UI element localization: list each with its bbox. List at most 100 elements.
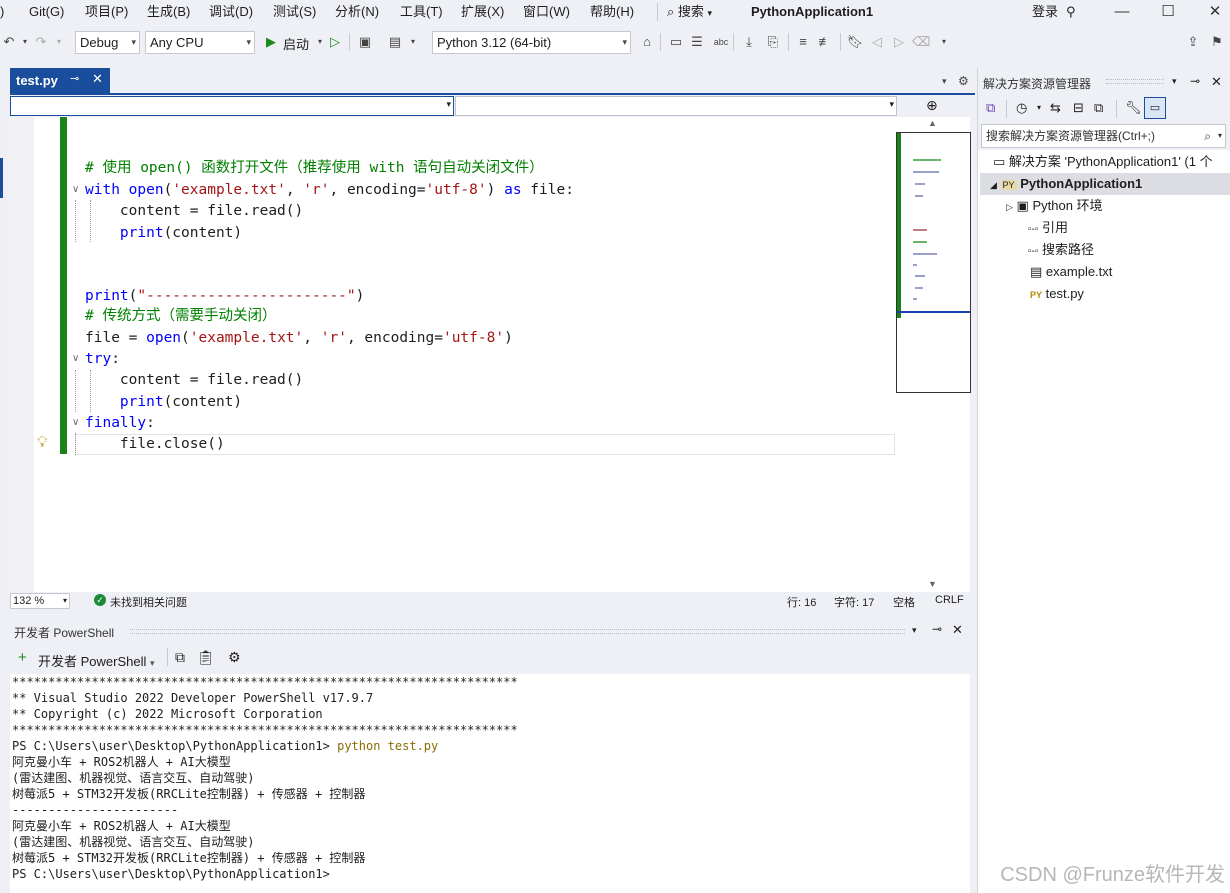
sync-icon[interactable]: ⇆ (1050, 100, 1061, 116)
collapse-all-icon[interactable]: ⊟ (1073, 100, 1084, 116)
clear-bookmark-icon[interactable]: ⌫ (912, 33, 930, 51)
comment-icon[interactable]: ≡ (794, 33, 812, 51)
lightbulb-icon[interactable]: 💡︎ (37, 434, 48, 451)
panel-dropdown-icon[interactable]: ▾ (912, 625, 917, 636)
scroll-down-icon[interactable]: ▼ (928, 579, 937, 589)
redo-dropdown-icon[interactable]: ▾ (50, 33, 68, 51)
properties-wrench-icon[interactable]: 🔧︎ (1125, 100, 1142, 116)
fold-toggle-icon[interactable]: ∨ (72, 184, 79, 195)
menu-item[interactable]: 测试(S) (273, 3, 316, 21)
tree-item-python-env[interactable]: ▷ ▣ Python 环境 (1006, 195, 1103, 217)
layout-dropdown-icon[interactable]: ▾ (404, 33, 422, 51)
new-terminal-button[interactable]: 开发者 PowerShell ▾ (38, 651, 155, 670)
eol-indicator[interactable]: CRLF (935, 594, 964, 606)
paste-icon[interactable]: 📋︎ (197, 649, 215, 666)
panel-grip[interactable] (1106, 79, 1164, 84)
bookmark-icon[interactable]: 🔖︎ (846, 33, 864, 51)
solution-search-input[interactable]: 搜索解决方案资源管理器(Ctrl+;) ⌕ ▾ (981, 124, 1226, 148)
bookmark-dropdown-icon[interactable]: ▾ (935, 33, 953, 51)
close-window-button[interactable]: ✕ (1200, 2, 1230, 22)
tab-test-py[interactable]: test.py ⊸ ✕ (10, 68, 110, 93)
history-icon[interactable]: ◷ (1016, 100, 1027, 116)
next-bookmark-icon[interactable]: ▷ (890, 33, 908, 51)
login-link[interactable]: 登录 (1032, 3, 1058, 21)
maximize-button[interactable]: ☐ (1153, 2, 1183, 22)
close-panel-icon[interactable]: ✕ (952, 622, 963, 638)
tree-item-references[interactable]: ▫-▫ 引用 (1028, 217, 1068, 239)
terminal-line: 阿克曼小车 + ROS2机器人 + AI大模型 (12, 755, 231, 769)
package-icon[interactable]: ⌂ (638, 33, 656, 51)
pin-icon[interactable]: ⊸ (932, 622, 942, 636)
terminal-line: 阿克曼小车 + ROS2机器人 + AI大模型 (12, 819, 231, 833)
menu-item[interactable]: 分析(N) (335, 3, 379, 21)
close-tab-icon[interactable]: ✕ (92, 71, 103, 87)
history-dropdown-icon[interactable]: ▾ (1037, 103, 1041, 112)
layout-icon[interactable]: ▤ (386, 33, 404, 51)
menu-item[interactable]: 调试(D) (209, 3, 253, 21)
tree-item-search-paths[interactable]: ▫-▫ 搜索路径 (1028, 239, 1094, 261)
tree-item-project[interactable]: ◢ PY PythonApplication1 (980, 173, 1230, 195)
menu-item[interactable]: 帮助(H) (590, 3, 634, 21)
uncomment-icon[interactable]: ≢ (816, 33, 834, 51)
settings-gear-icon[interactable]: ⚙ (958, 74, 969, 88)
start-icon[interactable]: ▶ (262, 33, 280, 51)
spellcheck-icon[interactable]: abc (712, 33, 730, 51)
window-layout-icon[interactable]: ▭ (667, 33, 685, 51)
panel-dropdown-icon[interactable]: ▾ (1172, 76, 1177, 87)
menu-item[interactable]: 工具(T) (400, 3, 443, 21)
char-indicator[interactable]: 字符: 17 (834, 594, 874, 610)
prev-bookmark-icon[interactable]: ◁ (868, 33, 886, 51)
preview-toggle-icon[interactable]: ▭ (1144, 97, 1166, 119)
menu-item[interactable]: 扩展(X) (461, 3, 504, 21)
config-select[interactable]: Debug ▾ (75, 31, 140, 54)
tree-item-solution[interactable]: ▭ 解决方案 'PythonApplication1' (1 个 (993, 151, 1230, 173)
split-editor-icon[interactable]: ⊕ (926, 97, 938, 114)
search-icon: ⌕ (667, 4, 675, 19)
scroll-up-icon[interactable]: ▲ (928, 118, 937, 128)
vs-icon[interactable]: ⧉ (986, 100, 995, 116)
start-label[interactable]: 启动 (283, 34, 309, 53)
close-panel-icon[interactable]: ✕ (1211, 74, 1222, 90)
member-dropdown[interactable]: ▾ (455, 96, 897, 116)
platform-select[interactable]: Any CPU ▾ (145, 31, 255, 54)
list-icon[interactable]: ☰ (688, 33, 706, 51)
search-label: 搜索 (677, 4, 704, 19)
publish-icon[interactable]: ▣ (356, 33, 374, 51)
pin-icon[interactable]: ⊸ (70, 72, 79, 85)
show-all-files-icon[interactable]: ⧉ (1094, 100, 1103, 116)
redo-icon[interactable]: ↷ (32, 33, 50, 51)
zoom-select[interactable]: 132 % ▾ (10, 593, 70, 609)
menu-item[interactable]: 窗口(W) (523, 3, 570, 21)
start-without-debug-icon[interactable]: ▷ (326, 33, 344, 51)
tree-item-example-txt[interactable]: ▤ example.txt (1030, 261, 1112, 283)
minimap-scrollbar[interactable] (896, 132, 971, 393)
menu-item[interactable]: 项目(P) (85, 3, 128, 21)
minimize-button[interactable]: — (1107, 2, 1137, 22)
pin-icon[interactable]: ⊸ (1190, 74, 1200, 88)
menu-item[interactable]: 生成(B) (147, 3, 190, 21)
feedback-icon[interactable]: ⚑ (1208, 33, 1226, 51)
bookmark-step-icon[interactable]: ⤓ (740, 33, 758, 51)
scope-dropdown[interactable]: ▾ (10, 96, 454, 116)
left-dock-marker[interactable] (0, 158, 3, 198)
tree-item-test-py[interactable]: PY test.py (1030, 283, 1084, 305)
fold-toggle-icon[interactable]: ∨ (72, 417, 79, 428)
fold-toggle-icon[interactable]: ∨ (72, 353, 79, 364)
terminal-settings-icon[interactable]: ⚙ (228, 649, 241, 666)
tab-list-dropdown-icon[interactable]: ▾ (942, 76, 947, 87)
copy-icon[interactable]: ⧉ (175, 649, 185, 666)
search-button[interactable]: ⌕ 搜索 ▾ (667, 3, 712, 21)
panel-grip[interactable] (130, 629, 905, 634)
terminal-output[interactable]: ****************************************… (10, 674, 970, 893)
line-indicator[interactable]: 行: 16 (787, 594, 816, 610)
menu-view-fragment[interactable]: ) (0, 3, 4, 21)
add-icon[interactable]: + (18, 649, 27, 666)
toolbar-separator (840, 33, 841, 51)
copy-format-icon[interactable]: ⎘ (764, 33, 782, 51)
share-icon[interactable]: ⇪ (1184, 33, 1202, 51)
python-env-select[interactable]: Python 3.12 (64-bit) ▾ (432, 31, 631, 54)
issues-status[interactable]: 未找到相关问题 (110, 594, 187, 610)
account-icon[interactable]: ⚲ (1066, 3, 1076, 21)
whitespace-indicator[interactable]: 空格 (893, 594, 915, 610)
menu-item[interactable]: Git(G) (29, 3, 64, 21)
